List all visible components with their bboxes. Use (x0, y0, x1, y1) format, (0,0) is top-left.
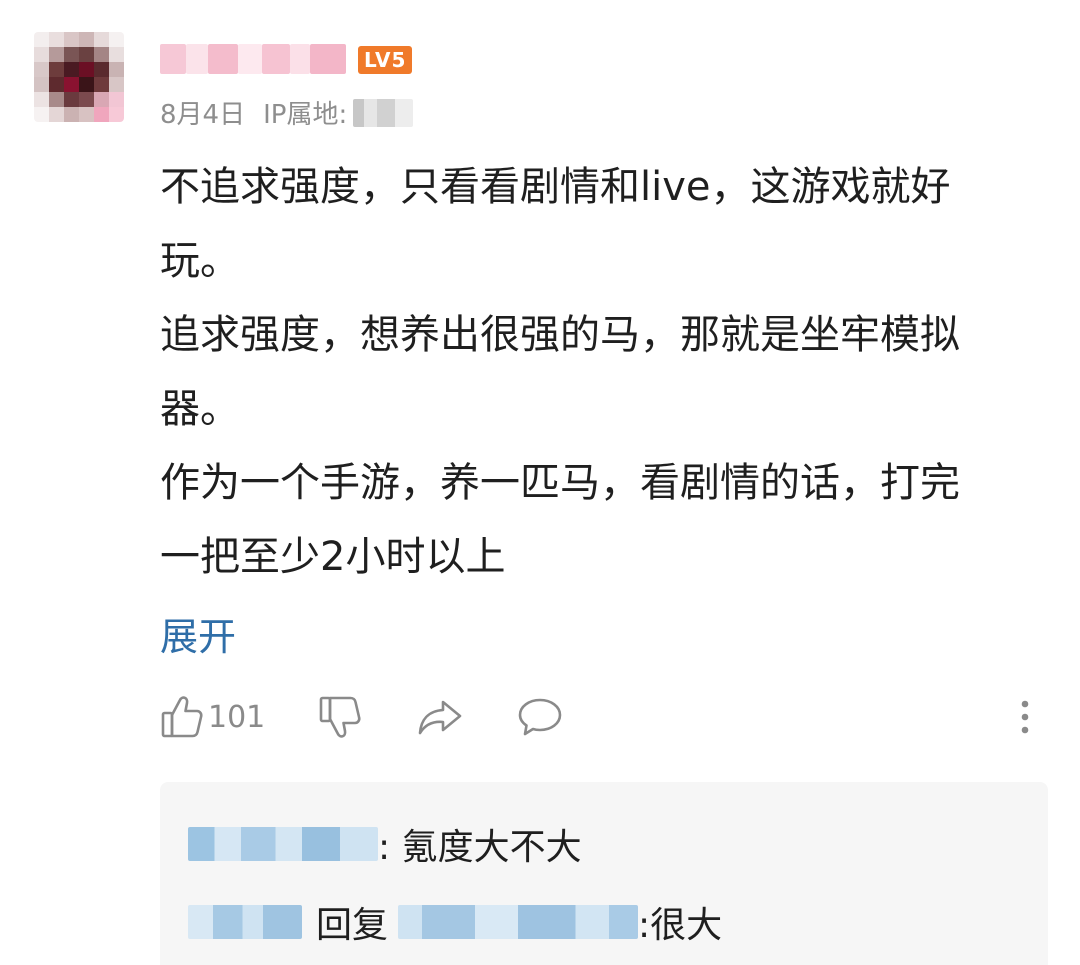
comment-line: 追求强度，想养出很强的马，那就是坐牢模拟 (160, 312, 960, 358)
reply-word: 回复 (316, 905, 389, 946)
ip-location-label: IP属地: (263, 100, 348, 130)
comment-line: 一把至少2小时以上 (160, 534, 506, 580)
comment-body: 不追求强度，只看看剧情和live，这游戏就好 玩。 追求强度，想养出很强的马，那… (160, 150, 1020, 594)
comment-meta: 8月4日 IP属地: (160, 94, 414, 131)
reply-item[interactable]: 回复 :很大 (188, 896, 722, 948)
comment-actions: 101 (0, 694, 1080, 744)
expand-link[interactable]: 展开 (160, 606, 236, 661)
reply-author[interactable] (188, 905, 302, 939)
like-button[interactable]: 101 (160, 694, 265, 740)
share-button[interactable] (416, 694, 464, 740)
username[interactable] (160, 40, 346, 78)
comment-icon (516, 694, 564, 740)
dislike-button[interactable] (318, 694, 362, 740)
thumbs-down-icon (318, 694, 362, 740)
comment-date: 8月4日 (160, 100, 246, 130)
more-button[interactable] (1014, 694, 1036, 740)
comment-line: 不追求强度，只看看剧情和live，这游戏就好 (160, 164, 951, 210)
comment-line: 器。 (160, 386, 240, 432)
comment-line: 玩。 (160, 238, 240, 284)
more-icon (1014, 694, 1036, 740)
comment-card: LV5 8月4日 IP属地: 不追求强度，只看看剧情和live，这游戏就好 玩。… (0, 0, 1080, 965)
level-badge: LV5 (358, 46, 413, 74)
reply-text: : 氪度大不大 (378, 827, 582, 868)
share-icon (416, 694, 464, 740)
reply-author[interactable] (188, 827, 378, 861)
avatar[interactable] (34, 32, 124, 122)
ip-location-value (353, 98, 414, 127)
comment-line: 作为一个手游，养一匹马，看剧情的话，打完 (160, 460, 960, 506)
reply-text: :很大 (638, 905, 723, 946)
like-count: 101 (208, 699, 266, 735)
reply-item[interactable]: : 氪度大不大 (188, 818, 582, 870)
reply-preview[interactable]: : 氪度大不大 回复 :很大 (160, 782, 1048, 965)
reply-button[interactable] (516, 694, 564, 740)
thumbs-up-icon (160, 694, 204, 740)
reply-target[interactable] (398, 905, 639, 939)
